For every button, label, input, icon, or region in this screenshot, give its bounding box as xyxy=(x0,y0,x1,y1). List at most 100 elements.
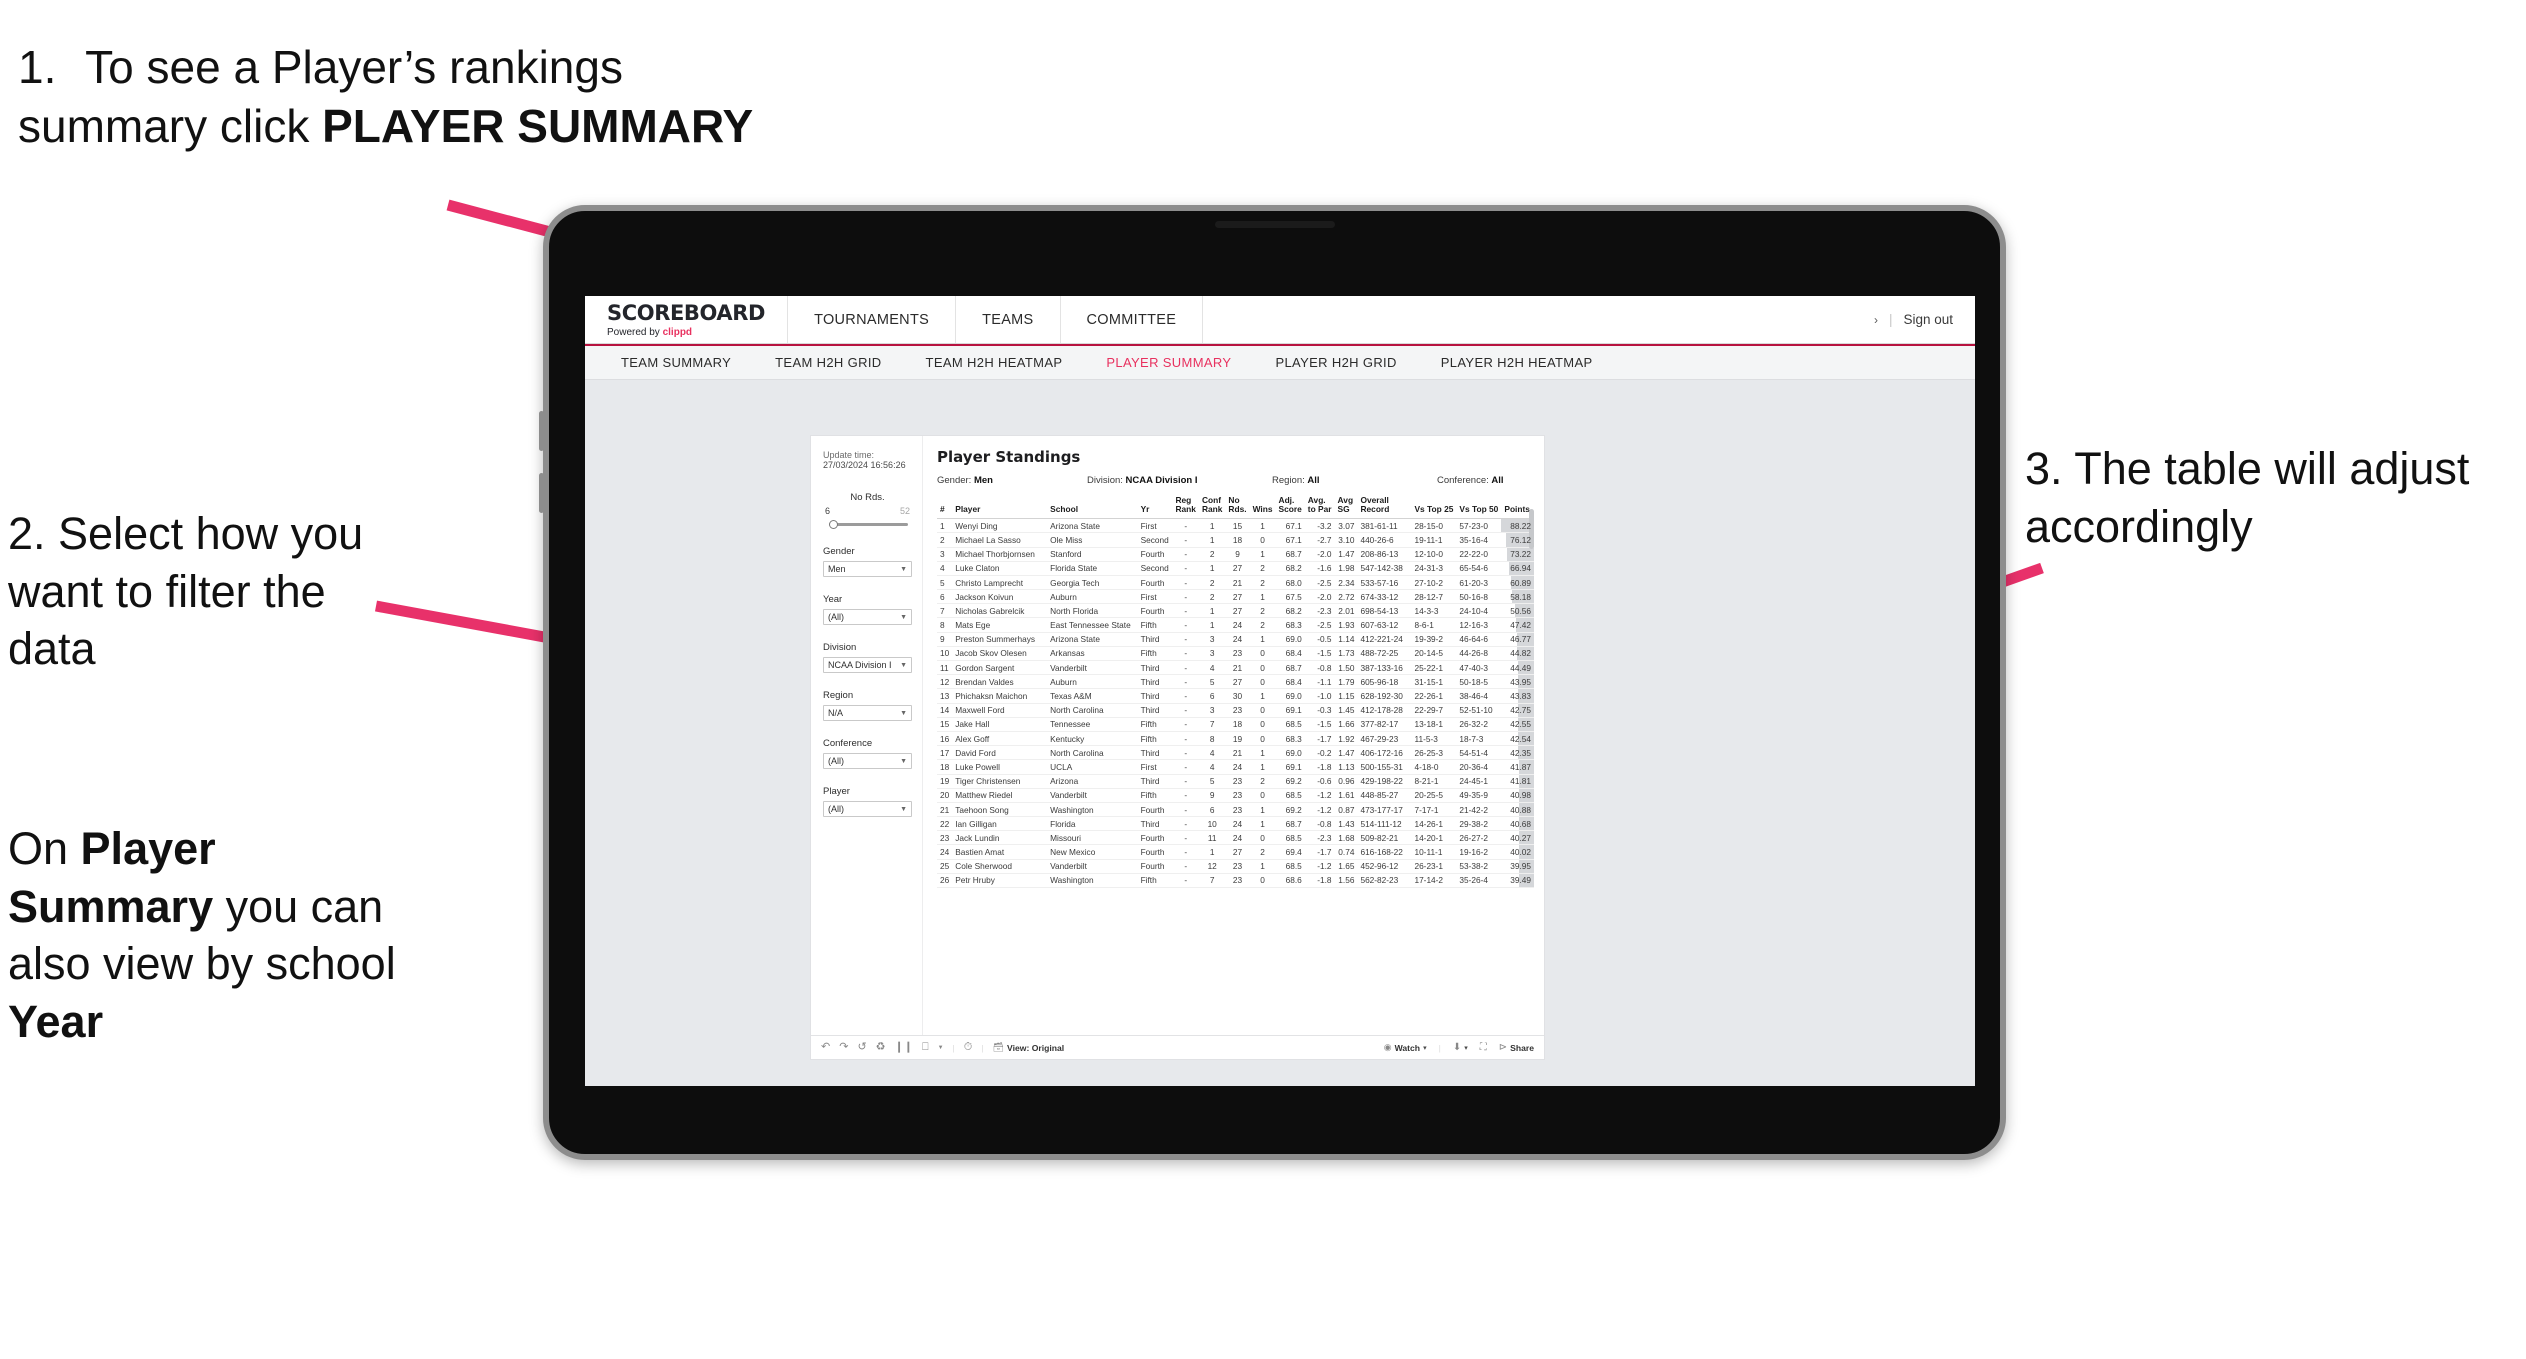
cell-player: Petr Hruby xyxy=(952,873,1048,889)
table-row[interactable]: 1 Wenyi Ding Arizona State First -1 15 1 67.1 -3… xyxy=(937,518,1534,534)
table-row[interactable]: 11 Gordon Sargent Vanderbilt Third -4 21 0 68.7… xyxy=(937,660,1534,676)
cell-overall_record: 429-198-22 xyxy=(1357,774,1412,789)
column-header-avg_sg[interactable]: Avg SG xyxy=(1334,495,1358,520)
cell-school: Missouri xyxy=(1047,830,1138,846)
refresh-icon[interactable]: ♻ xyxy=(876,1042,886,1053)
cell-vs_top50: 46-64-6 xyxy=(1456,632,1502,647)
cell-overall_record: 628-192-30 xyxy=(1357,688,1412,704)
column-header-vs_top25[interactable]: Vs Top 25 xyxy=(1411,495,1457,520)
table-row[interactable]: 22 Ian Gilligan Florida Third -10 24 1 68.7 -0.8… xyxy=(937,816,1534,832)
filter-division-select[interactable]: NCAA Division I ▼ xyxy=(823,657,912,673)
view-original-button[interactable]: 🗃 View: Original xyxy=(993,1043,1065,1053)
table-row[interactable]: 12 Brendan Valdes Auburn Third -5 27 0 68.4 -1.1… xyxy=(937,674,1534,690)
cell-vs_top25: 17-14-2 xyxy=(1411,873,1457,889)
fullscreen-icon[interactable]: ⛶ xyxy=(1480,1042,1487,1053)
column-header-wins[interactable]: Wins xyxy=(1249,495,1276,520)
slider-handle[interactable] xyxy=(829,520,838,529)
table-row[interactable]: 6 Jackson Koivun Auburn First -2 27 1 67.5 -2.0 2… xyxy=(937,589,1534,605)
table-row[interactable]: 18 Luke Powell UCLA First -4 24 1 69.1 -1.8 1.13 5… xyxy=(937,759,1534,775)
redo-icon[interactable]: ↷ xyxy=(839,1042,848,1053)
table-row[interactable]: 2 Michael La Sasso Ole Miss Second -1 18 0 67.1… xyxy=(937,532,1534,548)
filter-conference-select[interactable]: (All) ▼ xyxy=(823,753,912,769)
cell-rank: 5 xyxy=(937,575,953,591)
cell-rank: 6 xyxy=(937,589,953,605)
filter-year-select[interactable]: (All) ▼ xyxy=(823,609,912,625)
cell-yr: Third xyxy=(1137,632,1173,647)
pause-icon[interactable]: ❙❙ xyxy=(895,1042,913,1053)
revert-icon[interactable]: ↺ xyxy=(857,1042,866,1053)
chevron-down-icon[interactable]: ▼ xyxy=(938,1045,944,1051)
primary-nav: TOURNAMENTS TEAMS COMMITTEE xyxy=(788,296,1204,343)
filter-gender-select[interactable]: Men ▼ xyxy=(823,561,912,577)
column-header-avg_to_par[interactable]: Avg. to Par xyxy=(1304,495,1335,520)
table-row[interactable]: 23 Jack Lundin Missouri Fourth -11 24 0 68.5 -2.… xyxy=(937,830,1534,846)
column-header-adj_score[interactable]: Adj. Score xyxy=(1275,495,1305,520)
history-icon[interactable]: ⏱ xyxy=(964,1042,973,1053)
cell-yr: Third xyxy=(1137,674,1173,690)
table-row[interactable]: 8 Mats Ege East Tennessee State Fifth -1 24 2 6… xyxy=(937,617,1534,633)
filter-division: Division NCAA Division I ▼ xyxy=(823,642,912,673)
tab-team-h2h-grid[interactable]: TEAM H2H GRID xyxy=(753,355,903,370)
cell-conf_rank: 9 xyxy=(1198,788,1226,803)
column-header-conf_rank[interactable]: Conf Rank xyxy=(1198,495,1226,520)
cell-wins: 0 xyxy=(1249,532,1276,548)
filter-player-select[interactable]: (All) ▼ xyxy=(823,801,912,817)
table-row[interactable]: 13 Phichaksn Maichon Texas A&M Third -6 30 1 69… xyxy=(937,688,1534,704)
cell-reg_rank: - xyxy=(1172,603,1199,619)
nav-committee[interactable]: COMMITTEE xyxy=(1060,296,1204,343)
table-row[interactable]: 21 Taehoon Song Washington Fourth -6 23 1 69.2-… xyxy=(937,802,1534,818)
table-row[interactable]: 5 Christo Lamprecht Georgia Tech Fourth -2 21… xyxy=(937,575,1534,591)
table-row[interactable]: 16 Alex Goff Kentucky Fifth -8 19 0 68.3 -1.7 1.9… xyxy=(937,731,1534,747)
table-row[interactable]: 10 Jacob Skov Olesen Arkansas Fifth -3 23 0 68.… xyxy=(937,646,1534,662)
table-row[interactable]: 17 David Ford North Carolina Third -4 21 1 69.0… xyxy=(937,745,1534,761)
column-header-vs_top50[interactable]: Vs Top 50 xyxy=(1456,495,1502,520)
column-header-player[interactable]: Player xyxy=(952,495,1048,520)
column-header-school[interactable]: School xyxy=(1047,495,1138,520)
no-rds-slider[interactable] xyxy=(829,520,908,529)
cell-no_rds: 27 xyxy=(1225,561,1250,576)
table-row[interactable]: 25 Cole Sherwood Vanderbilt Fourth -12 23 1 68.… xyxy=(937,859,1534,874)
toolbar-right-group: ◉ Watch ▾ | ⬇ ▾ ⛶ ⊳ Share xyxy=(1384,1042,1534,1053)
table-row[interactable]: 24 Bastien Amat New Mexico Fourth -1 27 2 69.4-… xyxy=(937,844,1534,860)
table-row[interactable]: 9 Preston Summerhays Arizona State Third -3 2… xyxy=(937,632,1534,647)
cell-vs_top50: 26-27-2 xyxy=(1456,830,1502,846)
table-row[interactable]: 26 Petr Hruby Washington Fifth -7 23 0 68.6 -1.8… xyxy=(937,873,1534,889)
download-button[interactable]: ⬇ ▾ xyxy=(1453,1042,1468,1053)
table-row[interactable]: 3 Michael Thorbjornsen Stanford Fourth -2 9 1 6… xyxy=(937,547,1534,562)
share-button[interactable]: ⊳ Share xyxy=(1499,1042,1534,1053)
tab-player-summary[interactable]: PLAYER SUMMARY xyxy=(1084,355,1253,370)
column-header-rank[interactable]: # xyxy=(937,495,953,520)
table-head: # Player School Yr Reg Rank Conf Rank No Rds. Wins… xyxy=(937,495,1534,520)
table-row[interactable]: 14 Maxwell Ford North Carolina Third -3 23 0 69… xyxy=(937,703,1534,718)
column-header-yr[interactable]: Yr xyxy=(1137,495,1173,520)
tab-team-summary[interactable]: TEAM SUMMARY xyxy=(599,355,753,370)
table-row[interactable]: 7 Nicholas Gabrelcik North Florida Fourth -1… xyxy=(937,603,1534,619)
cell-overall_record: 607-63-12 xyxy=(1357,617,1412,633)
table-row[interactable]: 20 Matthew Riedel Vanderbilt Fifth -9 23 0 68.5… xyxy=(937,788,1534,803)
tab-player-h2h-heatmap[interactable]: PLAYER H2H HEATMAP xyxy=(1419,355,1615,370)
standings-table: # Player School Yr Reg Rank Conf Rank No Rds. Wins… xyxy=(937,495,1534,889)
watch-button[interactable]: ◉ Watch ▾ xyxy=(1384,1043,1427,1053)
table-row[interactable]: 19 Tiger Christensen Arizona Third -5 23 2 69.2… xyxy=(937,774,1534,789)
table-row[interactable]: 4 Luke Claton Florida State Second -1 27 2 68.2… xyxy=(937,561,1534,576)
tab-player-h2h-grid[interactable]: PLAYER H2H GRID xyxy=(1253,355,1418,370)
nav-tournaments[interactable]: TOURNAMENTS xyxy=(788,296,957,343)
tab-team-h2h-heatmap[interactable]: TEAM H2H HEATMAP xyxy=(904,355,1085,370)
nav-teams[interactable]: TEAMS xyxy=(956,296,1061,343)
watch-icon: ◉ xyxy=(1383,1042,1392,1052)
cell-avg_to_par: -2.5 xyxy=(1304,617,1335,633)
column-header-reg_rank[interactable]: Reg Rank xyxy=(1172,495,1199,520)
sign-out-link[interactable]: Sign out xyxy=(1903,312,1953,327)
alerts-icon[interactable]: ⎕ xyxy=(922,1042,929,1053)
cell-overall_record: 381-61-11 xyxy=(1357,518,1412,534)
undo-icon[interactable]: ↶ xyxy=(821,1042,830,1053)
cell-no_rds: 23 xyxy=(1225,873,1250,889)
column-header-no_rds[interactable]: No Rds. xyxy=(1225,495,1250,520)
points-value: 40.68 xyxy=(1510,818,1531,829)
table-row[interactable]: 15 Jake Hall Tennessee Fifth -7 18 0 68.5 -1.5 1.… xyxy=(937,717,1534,732)
cell-adj_score: 67.5 xyxy=(1275,589,1305,605)
account-chevron-icon[interactable]: › xyxy=(1874,313,1878,327)
column-header-overall_record[interactable]: Overall Record xyxy=(1357,495,1412,520)
cell-no_rds: 23 xyxy=(1225,859,1250,874)
filter-region-select[interactable]: N/A ▼ xyxy=(823,705,912,721)
